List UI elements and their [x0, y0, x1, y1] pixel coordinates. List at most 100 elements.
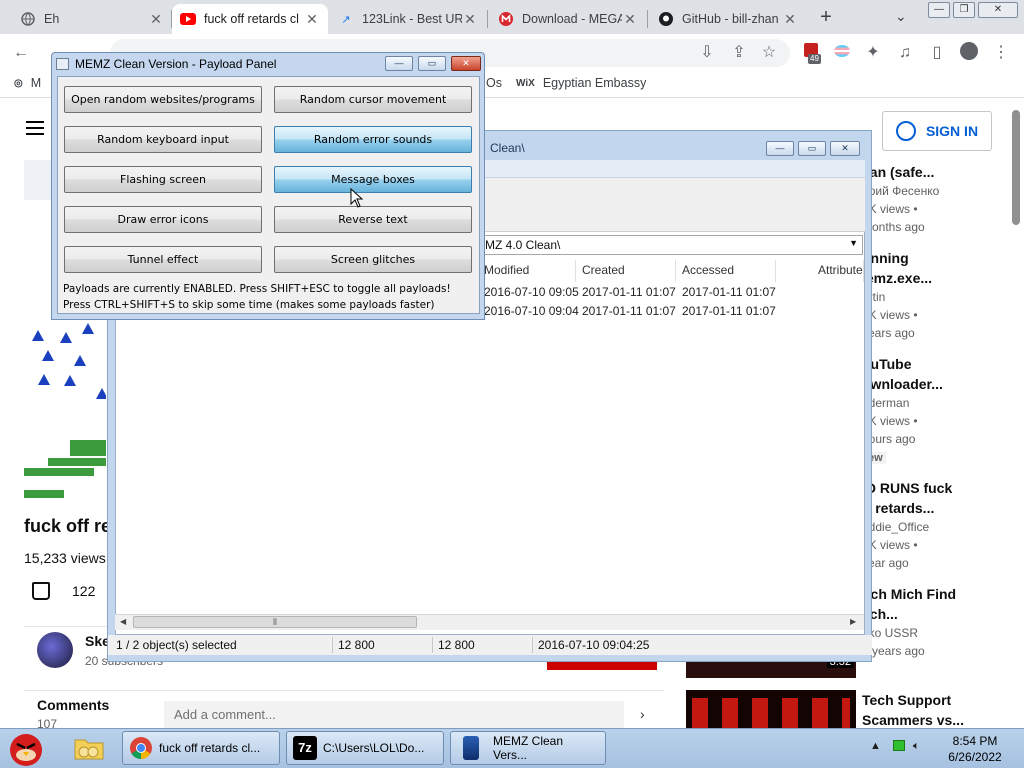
- table-cell[interactable]: 2016-07-10 09:04: [484, 304, 579, 318]
- flag-extension-icon[interactable]: [831, 42, 853, 64]
- column-created[interactable]: Created: [576, 260, 676, 282]
- payload-open-websites-button[interactable]: Open random websites/programs: [64, 86, 262, 113]
- hamburger-menu-icon[interactable]: [26, 121, 44, 135]
- bookmark-m[interactable]: ◎ M: [14, 76, 41, 90]
- page-scrollbar[interactable]: [1012, 110, 1020, 225]
- column-modified[interactable]: Modified: [478, 260, 576, 282]
- table-cell[interactable]: 2016-07-10 09:05: [484, 285, 579, 299]
- recommendation-item[interactable]: ID RUNS fuck ff retards... eddie_Office …: [862, 478, 952, 572]
- payload-cursor-movement-button[interactable]: Random cursor movement: [274, 86, 472, 113]
- show-hidden-icons[interactable]: ▲: [870, 740, 881, 752]
- taskbar-chrome[interactable]: fuck off retards cl...: [122, 731, 280, 765]
- payload-draw-error-icons-button[interactable]: Draw error icons: [64, 206, 262, 233]
- maximize-button[interactable]: ❐: [953, 2, 975, 18]
- payload-keyboard-input-button[interactable]: Random keyboard input: [64, 126, 262, 153]
- recommendation-item[interactable]: uch Mich Find lich... eko USSR 2 years a…: [862, 584, 956, 660]
- share-icon[interactable]: ⇪: [728, 42, 750, 64]
- avatar[interactable]: [37, 632, 73, 668]
- payload-message-boxes-button[interactable]: Message boxes: [274, 166, 472, 193]
- bookmark-egyptian-embassy[interactable]: WiX Egyptian Embassy: [516, 76, 646, 90]
- payload-reverse-text-button[interactable]: Reverse text: [274, 206, 472, 233]
- extension-icon[interactable]: 49: [800, 42, 822, 64]
- like-button[interactable]: 122: [32, 582, 95, 600]
- window-icon: [56, 58, 69, 70]
- add-comment-input[interactable]: Add a comment...: [164, 701, 624, 729]
- side-panel-icon[interactable]: ▯: [926, 42, 948, 64]
- table-cell[interactable]: 2017-01-11 01:07: [682, 304, 776, 318]
- tab-title: fuck off retards cl: [204, 12, 299, 26]
- minimize-button[interactable]: —: [385, 56, 413, 71]
- recommendation-item[interactable]: unning lemz.exe... artin 4K views • year…: [862, 248, 932, 342]
- system-clock[interactable]: 8:54 PM 6/26/2022: [940, 733, 1010, 765]
- close-icon[interactable]: ✕: [782, 11, 798, 28]
- tab-mega[interactable]: Download - MEGA ✕: [490, 4, 646, 34]
- tab-eh[interactable]: Eh ✕: [12, 4, 172, 34]
- close-icon[interactable]: ✕: [304, 11, 320, 28]
- column-accessed[interactable]: Accessed: [676, 260, 776, 282]
- path-field[interactable]: MZ 4.0 Clean\ ▼: [478, 235, 863, 255]
- close-icon[interactable]: ✕: [622, 11, 638, 28]
- selection-status: 1 / 2 object(s) selected: [116, 638, 237, 652]
- close-icon[interactable]: ✕: [462, 11, 478, 28]
- mega-icon: [498, 11, 514, 27]
- media-icon[interactable]: ♫: [894, 42, 916, 64]
- minimize-button[interactable]: —: [928, 2, 950, 18]
- taskbar-memz[interactable]: MEMZ Clean Vers...: [450, 731, 606, 765]
- payload-flashing-screen-button[interactable]: Flashing screen: [64, 166, 262, 193]
- back-icon[interactable]: ←: [10, 42, 32, 64]
- install-icon[interactable]: ⇩: [696, 42, 718, 64]
- bookmark-os[interactable]: Os: [486, 76, 502, 90]
- tab-github[interactable]: GitHub - bill-zhan ✕: [650, 4, 806, 34]
- close-window-button[interactable]: ✕: [451, 56, 481, 71]
- comments-heading: Comments: [37, 697, 110, 713]
- payload-error-sounds-button[interactable]: Random error sounds: [274, 126, 472, 153]
- network-icon[interactable]: [893, 740, 905, 754]
- recommendation-item[interactable]: ouTube ownloader... nderman 8K views • h…: [862, 354, 943, 464]
- maximize-button[interactable]: ▭: [418, 56, 446, 71]
- table-cell[interactable]: 2017-01-11 01:07: [682, 285, 776, 299]
- dropdown-arrow-icon[interactable]: ▼: [849, 238, 858, 248]
- close-icon[interactable]: ✕: [148, 11, 164, 28]
- column-attributes[interactable]: Attribute: [776, 260, 864, 282]
- scroll-left-icon[interactable]: ◀: [120, 617, 126, 626]
- maximize-button[interactable]: ▭: [798, 141, 826, 156]
- recommendation-item[interactable]: ean (safe... ирий Фесенко 3K views • mon…: [862, 162, 939, 236]
- globe-icon: [20, 11, 36, 27]
- payload-screen-glitches-button[interactable]: Screen glitches: [274, 246, 472, 273]
- status-date: 2016-07-10 09:04:25: [538, 638, 650, 652]
- close-window-button[interactable]: ✕: [978, 2, 1018, 18]
- tab-separator: [487, 10, 488, 28]
- payload-info-text: Payloads are currently ENABLED. Press SH…: [63, 283, 451, 311]
- video-thumbnail[interactable]: 3:32: [686, 656, 856, 678]
- volume-icon[interactable]: 🔈︎: [913, 740, 920, 753]
- sign-in-button[interactable]: SIGN IN: [882, 111, 992, 151]
- like-count: 122: [72, 583, 96, 599]
- puzzle-icon[interactable]: ✦: [862, 42, 884, 64]
- table-cell[interactable]: 2017-01-11 01:07: [582, 285, 676, 299]
- status-packed-size: 12 800: [438, 638, 475, 652]
- scroll-right-icon[interactable]: ▶: [850, 617, 856, 626]
- new-tab-button[interactable]: +: [815, 6, 837, 28]
- scrollbar-thumb[interactable]: ⦀: [133, 616, 417, 628]
- status-bar: 1 / 2 object(s) selected 12 800 12 800 2…: [108, 635, 872, 655]
- folder-icon[interactable]: [72, 733, 106, 763]
- start-button[interactable]: [4, 728, 48, 768]
- profile-icon[interactable]: [958, 42, 980, 64]
- globe-icon: ◎: [14, 77, 23, 89]
- tab-search-icon[interactable]: ⌄: [895, 8, 907, 25]
- video-title: fuck off re: [24, 516, 112, 536]
- tab-title: 123Link - Best UR: [362, 12, 462, 26]
- menu-kebab-icon[interactable]: ⋮: [990, 42, 1012, 64]
- chevron-right-icon[interactable]: ›: [640, 706, 645, 722]
- table-cell[interactable]: 2017-01-11 01:07: [582, 304, 676, 318]
- payload-tunnel-effect-button[interactable]: Tunnel effect: [64, 246, 262, 273]
- taskbar-7zip[interactable]: 7z C:\Users\LOL\Do...: [286, 731, 444, 765]
- minimize-button[interactable]: —: [766, 141, 794, 156]
- tab-separator: [647, 10, 648, 28]
- tab-123link[interactable]: ↗ 123Link - Best UR ✕: [330, 4, 486, 34]
- video-thumbnail[interactable]: [686, 690, 856, 728]
- tab-youtube[interactable]: fuck off retards cl ✕: [172, 4, 328, 34]
- recommendation-item[interactable]: Tech Support Scammers vs...: [862, 690, 964, 730]
- close-window-button[interactable]: ✕: [830, 141, 860, 156]
- bookmark-star-icon[interactable]: ☆: [758, 42, 780, 64]
